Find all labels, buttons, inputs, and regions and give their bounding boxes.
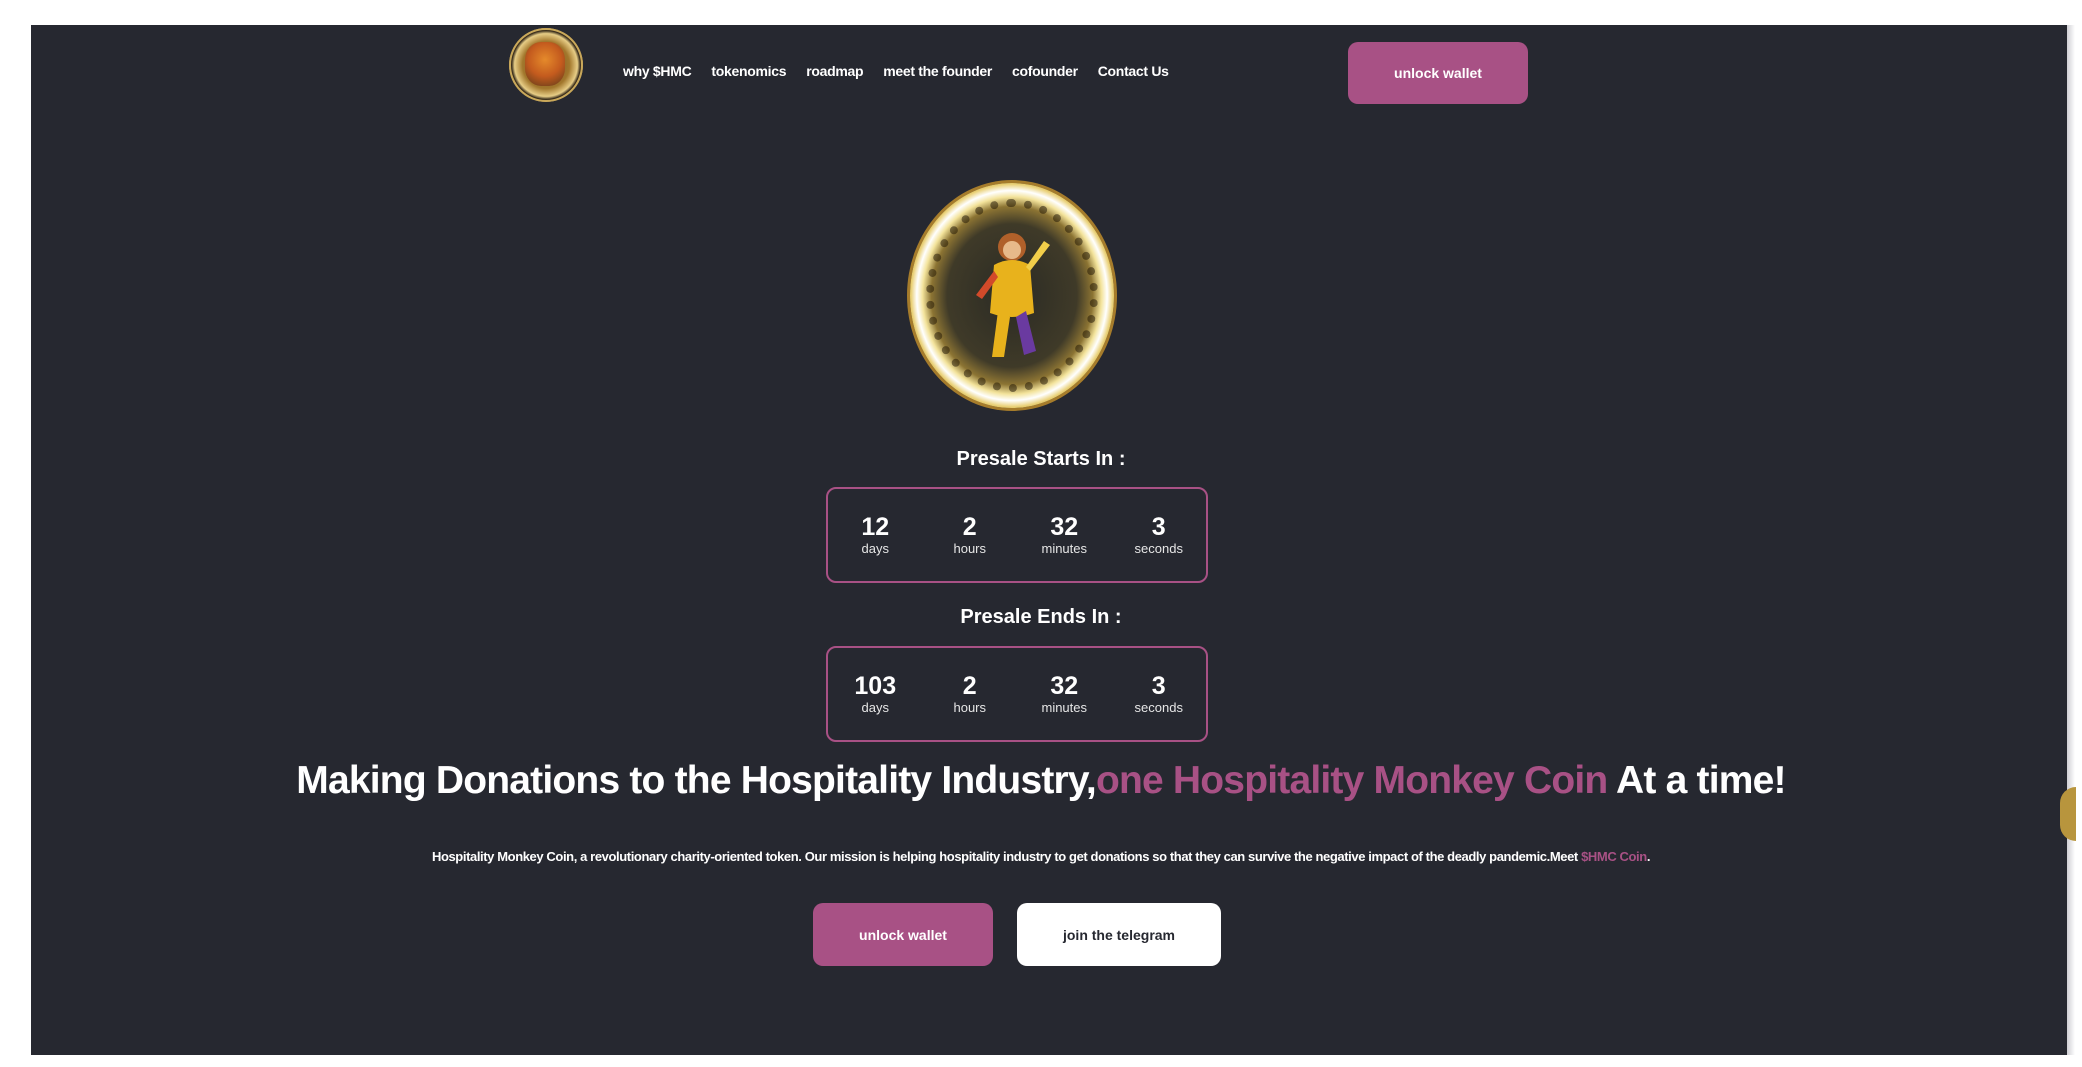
countdown-unit-label: seconds bbox=[1134, 541, 1183, 556]
headline-part1: Making Donations to the Hospitality Indu… bbox=[296, 759, 1096, 802]
hero-headline: Making Donations to the Hospitality Indu… bbox=[0, 759, 2082, 803]
countdown-unit-label: days bbox=[861, 541, 889, 556]
hero-description: Hospitality Monkey Coin, a revolutionary… bbox=[0, 849, 2082, 864]
nav-tokenomics[interactable]: tokenomics bbox=[711, 63, 786, 79]
presale-end-label: Presale Ends In : bbox=[960, 606, 1122, 628]
monkey-figure-icon bbox=[976, 233, 1050, 357]
countdown-value: 32 bbox=[1050, 513, 1079, 541]
countdown-unit-label: hours bbox=[953, 700, 987, 715]
countdown-unit-label: hours bbox=[953, 541, 987, 556]
headline-part2: At a time! bbox=[1607, 759, 1787, 802]
unlock-wallet-button[interactable]: unlock wallet bbox=[813, 903, 993, 966]
top-nav: why $HMC tokenomics roadmap meet the fou… bbox=[623, 63, 1169, 79]
unlock-wallet-header-button[interactable]: unlock wallet bbox=[1348, 42, 1528, 104]
countdown-minutes: 32 minutes bbox=[1024, 672, 1104, 716]
description-end: . bbox=[1646, 849, 1651, 864]
countdown-seconds: 3 seconds bbox=[1119, 513, 1199, 557]
nav-contact-us[interactable]: Contact Us bbox=[1098, 63, 1169, 79]
description-text: Hospitality Monkey Coin, a revolutionary… bbox=[431, 849, 1582, 864]
presale-start-countdown: 12 days 2 hours 32 minutes 3 seconds bbox=[826, 487, 1208, 583]
countdown-value: 12 bbox=[861, 513, 890, 541]
countdown-value: 103 bbox=[854, 672, 897, 700]
side-scroll-coin-icon[interactable] bbox=[2060, 787, 2076, 841]
hmc-coin-link[interactable]: $HMC Coin bbox=[1581, 849, 1647, 864]
logo[interactable] bbox=[509, 28, 583, 102]
countdown-value: 3 bbox=[1151, 513, 1166, 541]
countdown-unit-label: days bbox=[861, 700, 889, 715]
countdown-minutes: 32 minutes bbox=[1024, 513, 1104, 557]
frame-shadow bbox=[2067, 25, 2075, 1055]
countdown-value: 2 bbox=[962, 513, 977, 541]
monkey-emblem-icon bbox=[525, 42, 565, 86]
countdown-value: 3 bbox=[1151, 672, 1166, 700]
countdown-seconds: 3 seconds bbox=[1119, 672, 1199, 716]
join-telegram-button[interactable]: join the telegram bbox=[1017, 903, 1221, 966]
countdown-hours: 2 hours bbox=[930, 513, 1010, 557]
countdown-days: 103 days bbox=[835, 672, 915, 716]
countdown-value: 32 bbox=[1050, 672, 1079, 700]
presale-start-label: Presale Starts In : bbox=[956, 448, 1126, 470]
countdown-unit-label: minutes bbox=[1041, 541, 1088, 556]
nav-why-hmc[interactable]: why $HMC bbox=[623, 63, 692, 79]
countdown-unit-label: seconds bbox=[1134, 700, 1183, 715]
countdown-unit-label: minutes bbox=[1041, 700, 1088, 715]
presale-end-countdown: 103 days 2 hours 32 minutes 3 seconds bbox=[826, 646, 1208, 742]
headline-accent: one Hospitality Monkey Coin bbox=[1095, 759, 1608, 802]
countdown-value: 2 bbox=[962, 672, 977, 700]
nav-roadmap[interactable]: roadmap bbox=[806, 63, 863, 79]
countdown-days: 12 days bbox=[835, 513, 915, 557]
hmc-coin-image bbox=[910, 183, 1114, 408]
nav-meet-the-founder[interactable]: meet the founder bbox=[883, 63, 992, 79]
countdown-hours: 2 hours bbox=[930, 672, 1010, 716]
nav-cofounder[interactable]: cofounder bbox=[1012, 63, 1078, 79]
